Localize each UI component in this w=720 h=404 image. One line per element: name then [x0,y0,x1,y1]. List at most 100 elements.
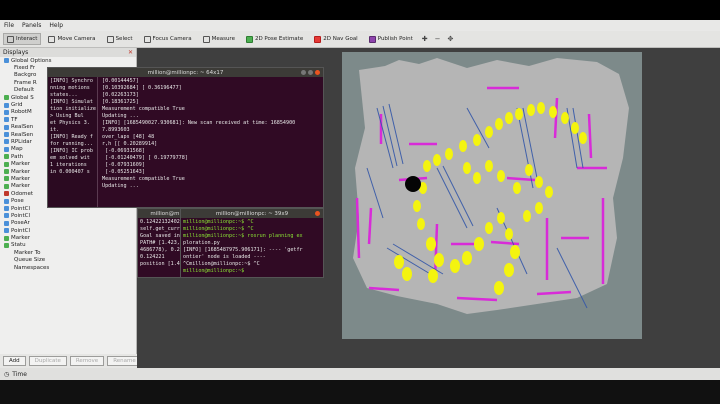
pose-estimate-tool-button[interactable]: 2D Pose Estimate [242,33,307,45]
display-tree-item-label: Marker [11,168,31,175]
display-tree-item-label: Map [11,146,23,153]
terminal-line: Measurement compatible True [102,176,185,182]
terminal-line: [INFO] Ready f [50,134,93,140]
terminal-line: tion initialize [50,106,97,112]
terminal-main-titlebar[interactable]: million@millionpc: ~ 64x17 [48,68,323,77]
display-tree-item-label: Namespaces [14,264,50,271]
terminal-line: it. [50,127,60,133]
terminal-line: nning motions [50,85,90,91]
terminal-line: [-0.05251643] [102,169,145,175]
display-tree-item-label: Marker [11,183,31,190]
terminal-line: million@millionpc:~$ rosrun planning ex [183,233,303,239]
nav-goal-arrow-icon [314,35,322,43]
terminal-line: [0.18361725] [102,99,139,105]
terminal-main-text: [0.00144457] [0.10392684] [ 0.36196477] [0… [100,77,323,191]
publish-point-tool-button[interactable]: Publish Point [365,33,417,45]
display-tree-item-label: RobotM [11,109,32,116]
display-type-icon [4,117,9,123]
maximize-icon[interactable] [308,70,313,75]
ruler-icon [202,35,210,43]
terminal-main[interactable]: million@millionpc: ~ 64x17 [INFO] Synchr… [47,67,324,208]
display-tree-item-label: TF [11,116,18,123]
display-tree-item-label: Global S [11,94,34,101]
display-type-icon [4,235,9,241]
display-type-icon [4,220,9,226]
display-type-icon [4,206,9,211]
remove-tool-icon[interactable]: − [433,35,443,43]
terminal-main-output: [0.00144457] [0.10392684] [ 0.36196477] [0… [100,77,323,191]
terminal-line: million@millionpc:~$ ^C [183,226,254,232]
rviz-toolbar: Interact Move Camera Select Focus Camera… [0,31,720,48]
menu-file[interactable]: File [4,22,14,29]
display-tree-item-label: Global Options [11,57,52,64]
display-tree-item-label: Backgro [14,72,37,79]
display-type-icon [4,169,9,175]
pose-estimate-arrow-icon [245,35,253,43]
display-tree-item[interactable]: Marker [2,234,136,241]
terminal-right-small[interactable]: million@millionpc: ~ 39x9 million@millio… [180,208,324,278]
display-type-icon [4,132,9,138]
terminal-line: ^Cmillion@millionpc:~$ ^C [183,261,260,267]
close-icon[interactable]: ✕ [128,49,133,56]
minimize-icon[interactable] [301,70,306,75]
publish-point-icon [368,35,376,43]
terminal-line: in 0.000407 s [50,169,90,175]
terminal-right-small-text: million@millionpc:~$ ^C million@millionpc… [181,218,323,276]
menu-help[interactable]: Help [49,22,63,29]
terminal-line: > Using Bul [50,113,84,119]
time-panel-header: ◷ Time [0,368,720,380]
display-type-icon [4,146,9,152]
menu-bar: File Panels Help [0,20,720,31]
display-tree-item[interactable]: Namespaces [2,264,136,271]
close-icon[interactable] [315,70,320,75]
display-type-icon [4,228,9,234]
display-type-icon [4,213,9,219]
display-tree-item[interactable]: PointCl [2,227,136,234]
nav-goal-tool-button[interactable]: 2D Nav Goal [310,33,362,45]
remove-display-button[interactable]: Remove [69,356,105,366]
select-tool-button[interactable]: Select [103,33,137,45]
tool-properties-icon[interactable]: ✥ [445,35,455,43]
terminal-line: [INFO] Simulat [50,99,93,105]
menu-panels[interactable]: Panels [22,22,41,29]
add-tool-icon[interactable]: ✚ [420,35,430,43]
display-tree-item-label: Pose [11,198,24,205]
display-type-icon [4,161,9,167]
terminal-line: em solved wit [50,155,90,161]
display-tree-item[interactable]: Global Options [2,57,136,64]
focus-camera-tool-button[interactable]: Focus Camera [140,33,196,45]
display-type-icon [4,58,9,64]
display-tree-item[interactable]: PoseAr [2,220,136,227]
display-tree-item-label: Marker [11,235,31,242]
display-type-icon [4,139,9,145]
move-camera-tool-button[interactable]: Move Camera [44,33,99,45]
measure-tool-button[interactable]: Measure [199,33,239,45]
terminal-line: [INFO] [1685487975.906171]: ---- 'getfr [183,247,303,253]
display-type-icon [4,109,9,115]
terminal-line: ploration.py [183,240,220,246]
terminal-line: [-0.01240479] [ 0.19779778] [102,155,188,161]
display-tree-item[interactable]: Statu [2,242,136,249]
display-tree-item-label: Grid [11,102,23,109]
close-icon[interactable] [315,211,320,216]
display-type-icon [4,95,9,101]
terminal-right-small-titlebar[interactable]: million@millionpc: ~ 39x9 [181,209,323,218]
terminal-line: r,h [[ 0.20289914] [102,141,158,147]
interact-tool-button[interactable]: Interact [3,33,42,45]
terminal-line: [INFO] IC prob [50,148,93,154]
add-display-button[interactable]: Add [3,356,26,366]
terminal-line: Measurement compatible True [102,106,185,112]
display-tree-item[interactable]: Queue Size [2,257,136,264]
terminal-line: [0.10392684] [ 0.36196477] [102,85,182,91]
display-type-icon [4,242,9,248]
display-type-icon [4,183,9,189]
display-tree-item[interactable]: Marker To [2,249,136,256]
robot-marker [405,176,421,192]
duplicate-display-button[interactable]: Duplicate [28,356,67,366]
display-tree-item-label: Marker To [14,249,41,256]
display-tree-item-label: Marker [11,161,31,168]
display-tree-item[interactable]: PointCl [2,212,136,219]
display-tree-item-label: RealSen [11,131,34,138]
displays-title: Displays [3,49,29,56]
terminal-line: million@millionpc:~$ ^C [183,219,254,225]
